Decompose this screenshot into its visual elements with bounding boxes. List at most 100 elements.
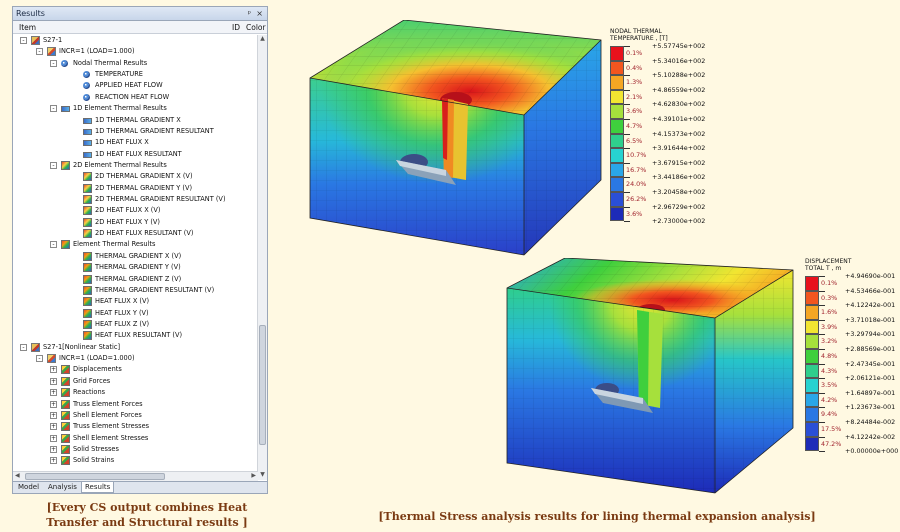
expand-icon[interactable]: + bbox=[50, 400, 57, 408]
tree-item[interactable]: THERMAL GRADIENT Z (V) bbox=[13, 274, 258, 285]
tree-item-label: Solid Stresses bbox=[73, 444, 119, 453]
tab-model[interactable]: Model bbox=[15, 482, 42, 493]
temperature-legend-tick bbox=[624, 104, 630, 106]
collapse-icon[interactable]: - bbox=[20, 343, 27, 351]
pin-icon[interactable]: ᵖ bbox=[248, 7, 251, 21]
expand-icon[interactable]: + bbox=[50, 445, 57, 453]
tree-item[interactable]: APPLIED HEAT FLOW bbox=[13, 80, 258, 91]
displacement-legend-swatch bbox=[805, 349, 819, 364]
collapse-icon[interactable]: - bbox=[50, 105, 57, 113]
expand-icon[interactable]: + bbox=[50, 423, 57, 431]
expand-icon[interactable]: + bbox=[50, 457, 57, 465]
category-icon bbox=[61, 376, 70, 386]
vertical-scroll-thumb[interactable] bbox=[259, 325, 266, 445]
tree-item[interactable]: + Grid Forces bbox=[13, 376, 258, 387]
tree-item[interactable]: HEAT FLUX RESULTANT (V) bbox=[13, 330, 258, 341]
2d-element-icon bbox=[83, 217, 92, 227]
expand-icon[interactable]: + bbox=[50, 389, 57, 397]
scroll-left-icon[interactable]: ◀ bbox=[15, 472, 20, 479]
tree-item[interactable]: 1D THERMAL GRADIENT RESULTANT bbox=[13, 126, 258, 137]
tree-item[interactable]: - S27-1[Nonlinear Static] bbox=[13, 342, 258, 353]
tree-item[interactable]: THERMAL GRADIENT Y (V) bbox=[13, 262, 258, 273]
temperature-legend-percent: 6.5% bbox=[626, 136, 643, 145]
displacement-legend-percent: 4.3% bbox=[821, 366, 838, 375]
tree-item[interactable]: + Truss Element Stresses bbox=[13, 421, 258, 432]
horizontal-scrollbar[interactable]: ◀ ▶ bbox=[13, 471, 258, 481]
tree-item[interactable]: 1D HEAT FLUX RESULTANT bbox=[13, 149, 258, 160]
category-icon bbox=[61, 456, 70, 466]
scroll-up-icon[interactable]: ▲ bbox=[258, 35, 267, 44]
displacement-legend-value: +4.94690e-001 bbox=[845, 272, 896, 280]
2d-element-icon bbox=[83, 229, 92, 239]
tree-item-label: 2D HEAT FLUX RESULTANT (V) bbox=[95, 229, 194, 238]
collapse-icon[interactable]: - bbox=[36, 48, 43, 56]
tree-item[interactable]: - Element Thermal Results bbox=[13, 239, 258, 250]
tree-item[interactable]: + Shell Element Forces bbox=[13, 410, 258, 421]
tree-item[interactable]: 1D HEAT FLUX X bbox=[13, 137, 258, 148]
tree-item[interactable]: 2D THERMAL GRADIENT RESULTANT (V) bbox=[13, 194, 258, 205]
tab-analysis[interactable]: Analysis bbox=[45, 482, 80, 493]
tree-item[interactable]: 2D THERMAL GRADIENT X (V) bbox=[13, 171, 258, 182]
tree-item[interactable]: - INCR=1 (LOAD=1.000) bbox=[13, 46, 258, 57]
tree-item-label: Truss Element Stresses bbox=[73, 422, 150, 431]
column-color[interactable]: Color bbox=[246, 21, 266, 34]
displacement-legend-swatch bbox=[805, 305, 819, 320]
tree-item[interactable]: + Solid Stresses bbox=[13, 444, 258, 455]
temperature-legend-value: +4.62830e+002 bbox=[652, 100, 706, 109]
element-icon bbox=[83, 263, 92, 273]
scroll-right-icon[interactable]: ▶ bbox=[251, 472, 256, 479]
collapse-icon[interactable]: - bbox=[50, 241, 57, 249]
element-icon bbox=[83, 297, 92, 307]
collapse-icon[interactable]: - bbox=[20, 37, 27, 44]
tree-item[interactable]: - 1D Element Thermal Results bbox=[13, 103, 258, 114]
tree-item[interactable]: + Reactions bbox=[13, 387, 258, 398]
horizontal-scroll-thumb[interactable] bbox=[25, 473, 165, 480]
tree-item[interactable]: THERMAL GRADIENT X (V) bbox=[13, 251, 258, 262]
temperature-legend-swatch bbox=[610, 148, 624, 163]
tree-item[interactable]: - Nodal Thermal Results bbox=[13, 58, 258, 69]
displacement-legend-tick bbox=[819, 451, 825, 453]
expand-icon[interactable]: + bbox=[50, 434, 57, 442]
tab-results[interactable]: Results bbox=[81, 482, 115, 493]
expand-icon[interactable]: + bbox=[50, 411, 57, 419]
tree-item[interactable]: 2D HEAT FLUX RESULTANT (V) bbox=[13, 228, 258, 239]
tree-item[interactable]: + Truss Element Forces bbox=[13, 399, 258, 410]
tree-item[interactable]: HEAT FLUX Y (V) bbox=[13, 308, 258, 319]
column-id[interactable]: ID bbox=[232, 21, 240, 34]
tree-item[interactable]: HEAT FLUX X (V) bbox=[13, 296, 258, 307]
tree-item[interactable]: + Displacements bbox=[13, 364, 258, 375]
tree-item[interactable]: TEMPERATURE bbox=[13, 69, 258, 80]
tree-item[interactable]: + Solid Strains bbox=[13, 455, 258, 466]
tree-item[interactable]: 2D HEAT FLUX X (V) bbox=[13, 205, 258, 216]
expand-icon[interactable]: + bbox=[50, 377, 57, 385]
tree-item[interactable]: - INCR=1 (LOAD=1.000) bbox=[13, 353, 258, 364]
tree-item[interactable]: 1D THERMAL GRADIENT X bbox=[13, 115, 258, 126]
tree-item[interactable]: REACTION HEAT FLOW bbox=[13, 92, 258, 103]
tree-item-label: INCR=1 (LOAD=1.000) bbox=[59, 354, 135, 363]
temperature-legend-value: +4.15373e+002 bbox=[652, 129, 706, 138]
scroll-down-icon[interactable]: ▼ bbox=[258, 471, 267, 480]
tree-item[interactable]: THERMAL GRADIENT RESULTANT (V) bbox=[13, 285, 258, 296]
collapse-icon[interactable]: - bbox=[36, 355, 43, 363]
tree-item-label: Shell Element Stresses bbox=[73, 433, 149, 442]
expand-icon[interactable]: + bbox=[50, 366, 57, 374]
tree-item[interactable]: + Shell Element Stresses bbox=[13, 433, 258, 444]
temperature-legend-value: +3.91644e+002 bbox=[652, 144, 706, 153]
tree-item[interactable]: 2D HEAT FLUX Y (V) bbox=[13, 217, 258, 228]
tree-item[interactable]: - S27-1 bbox=[13, 35, 258, 46]
temperature-legend-value: +4.86559e+002 bbox=[652, 85, 706, 94]
1d-element-icon bbox=[61, 106, 70, 113]
tree-item[interactable]: 2D THERMAL GRADIENT Y (V) bbox=[13, 183, 258, 194]
temperature-legend-value: +5.34016e+002 bbox=[652, 56, 706, 65]
close-icon[interactable]: × bbox=[256, 7, 263, 21]
tree-item[interactable]: - 2D Element Thermal Results bbox=[13, 160, 258, 171]
column-item[interactable]: Item bbox=[19, 21, 36, 34]
temperature-legend-tick bbox=[624, 133, 630, 135]
displacement-legend: DISPLACEMENT TOTAL T , m 0.1% 0.3% 1.6% 3.9… bbox=[805, 258, 898, 468]
collapse-icon[interactable]: - bbox=[50, 59, 57, 67]
tree-item[interactable]: HEAT FLUX Z (V) bbox=[13, 319, 258, 330]
vertical-scrollbar[interactable]: ▲ ▼ bbox=[257, 35, 267, 480]
displacement-legend-value: +8.24484e-002 bbox=[845, 418, 896, 426]
displacement-legend-value: +2.06121e-001 bbox=[845, 374, 896, 383]
collapse-icon[interactable]: - bbox=[50, 161, 57, 169]
